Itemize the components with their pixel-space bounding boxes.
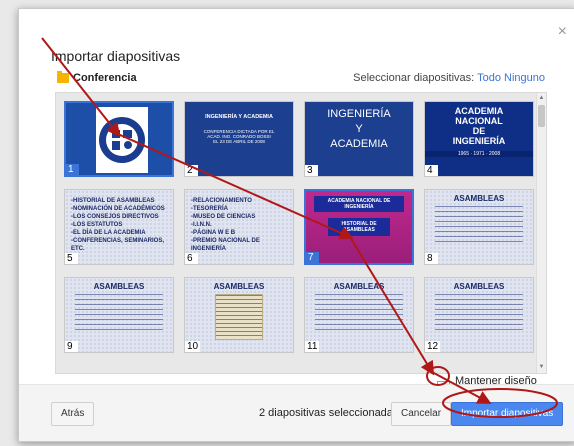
- dialog-title: Importar diapositivas: [51, 48, 181, 64]
- slide-number: 4: [425, 165, 438, 176]
- slide-text: -PREMIO NACIONAL DE INGENIERÍA: [191, 238, 260, 252]
- slide-thumb-10[interactable]: ASAMBLEAS 10: [184, 277, 294, 353]
- slide-text: -LOS CONSEJOS DIRECTIVOS: [71, 214, 159, 220]
- slide-number: 10: [185, 341, 201, 352]
- slide-thumb-7[interactable]: ACADEMIA NACIONAL DE INGENIERÍA HISTORIA…: [304, 189, 414, 265]
- slide-text: -PÁGINA W E B: [191, 230, 236, 236]
- slide-text: -TESORERÍA: [191, 206, 229, 212]
- slide-text: INGENIERÍA Y ACADEMIA: [205, 114, 273, 120]
- select-all-link[interactable]: Todo: [477, 72, 501, 84]
- slide-heading: ASAMBLEAS: [93, 282, 145, 291]
- close-icon[interactable]: ×: [558, 23, 567, 41]
- slide-heading: ASAMBLEAS: [333, 282, 385, 291]
- slide-text: -MUSEO DE CIENCIAS: [191, 214, 256, 220]
- slide-number: 11: [305, 341, 320, 352]
- slide-text: HISTORIAL DE ASAMBLEAS: [328, 218, 390, 236]
- slide-thumb-11[interactable]: ASAMBLEAS 11: [304, 277, 414, 353]
- slide-thumb-4[interactable]: ACADEMIA NACIONAL DE INGENIERÍA 1965 · 1…: [424, 101, 534, 177]
- import-slides-dialog: Importar diapositivas × Conferencia Sele…: [18, 8, 574, 442]
- slide-text: 1965 · 1971 · 2008: [425, 151, 533, 157]
- back-button[interactable]: Atrás: [51, 402, 95, 426]
- slide-heading: ASAMBLEAS: [453, 194, 505, 203]
- slide-text: -HISTORIAL DE ASAMBLEAS: [71, 198, 155, 204]
- slide-text: -EL DÍA DE LA ACADEMIA: [71, 230, 146, 236]
- selected-count: 2 diapositivas seleccionadas: [259, 407, 399, 419]
- scrollbar-thumb[interactable]: [538, 105, 545, 127]
- slide-thumb-6[interactable]: -RELACIONAMIENTO -TESORERÍA -MUSEO DE CI…: [184, 189, 294, 265]
- academy-logo-icon: [99, 117, 145, 163]
- select-none-link[interactable]: Ninguno: [504, 72, 545, 84]
- folder-label: Conferencia: [57, 71, 137, 84]
- slide-text: ACADEMIA: [330, 138, 388, 150]
- slide-thumb-2[interactable]: INGENIERÍA Y ACADEMIA CONFERENCIA DICTAD…: [184, 101, 294, 177]
- slide-heading: ASAMBLEAS: [213, 282, 265, 291]
- folder-icon: [57, 71, 69, 83]
- slide-number: 9: [65, 341, 78, 352]
- slide-thumb-5[interactable]: -HISTORIAL DE ASAMBLEAS -NOMINACIÓN DE A…: [64, 189, 174, 265]
- folder-name: Conferencia: [73, 72, 137, 84]
- slide-number: 3: [305, 165, 318, 176]
- slide-number: 7: [306, 252, 319, 263]
- slide-text: ACADEMIA NACIONAL DE INGENIERÍA: [452, 106, 506, 146]
- slide-number: 5: [65, 253, 78, 264]
- slide-text: -RELACIONAMIENTO: [191, 198, 252, 204]
- slide-number: 8: [425, 253, 438, 264]
- scroll-down-icon[interactable]: ▼: [538, 364, 545, 371]
- slide-thumb-8[interactable]: ASAMBLEAS 8: [424, 189, 534, 265]
- dialog-footer: Atrás 2 diapositivas seleccionadas Cance…: [19, 384, 574, 441]
- slide-text: Y: [355, 123, 363, 135]
- slide-thumb-12[interactable]: ASAMBLEAS 12: [424, 277, 534, 353]
- slide-thumb-1[interactable]: 1: [64, 101, 174, 177]
- slide-number: 2: [185, 165, 198, 176]
- slide-number: 12: [425, 341, 441, 352]
- slide-text: -LOS ESTATUTOS: [71, 222, 123, 228]
- slide-heading: ASAMBLEAS: [453, 282, 505, 291]
- slide-text: ACADEMIA NACIONAL DE INGENIERÍA: [314, 196, 404, 212]
- slide-text: EL 23 DE ABRIL DE 2008: [213, 139, 265, 144]
- slide-text: INGENIERÍA: [327, 108, 391, 120]
- slides-scrollbar[interactable]: ▲ ▼: [536, 93, 546, 373]
- slide-number: 1: [66, 164, 79, 175]
- slide-text: -CONFERENCIAS, SEMINARIOS, ETC.: [71, 238, 165, 252]
- slide-text: -I.I.N.N.: [191, 222, 212, 228]
- select-controls: Seleccionar diapositivas: Todo Ninguno: [353, 72, 545, 84]
- slide-number: 6: [185, 253, 198, 264]
- slide-text: -NOMINACIÓN DE ACADÉMICOS: [71, 206, 165, 212]
- slide-thumb-9[interactable]: ASAMBLEAS 9: [64, 277, 174, 353]
- scroll-up-icon[interactable]: ▲: [538, 95, 545, 102]
- cancel-button[interactable]: Cancelar: [391, 402, 452, 426]
- slide-grid: 1 INGENIERÍA Y ACADEMIA CONFERENCIA DICT…: [64, 101, 534, 353]
- slide-thumb-3[interactable]: INGENIERÍA Y ACADEMIA 3: [304, 101, 414, 177]
- select-label: Seleccionar diapositivas:: [353, 72, 475, 84]
- import-slides-button[interactable]: Importar diapositivas: [451, 402, 564, 426]
- slide-grid-container: 1 INGENIERÍA Y ACADEMIA CONFERENCIA DICT…: [55, 92, 547, 374]
